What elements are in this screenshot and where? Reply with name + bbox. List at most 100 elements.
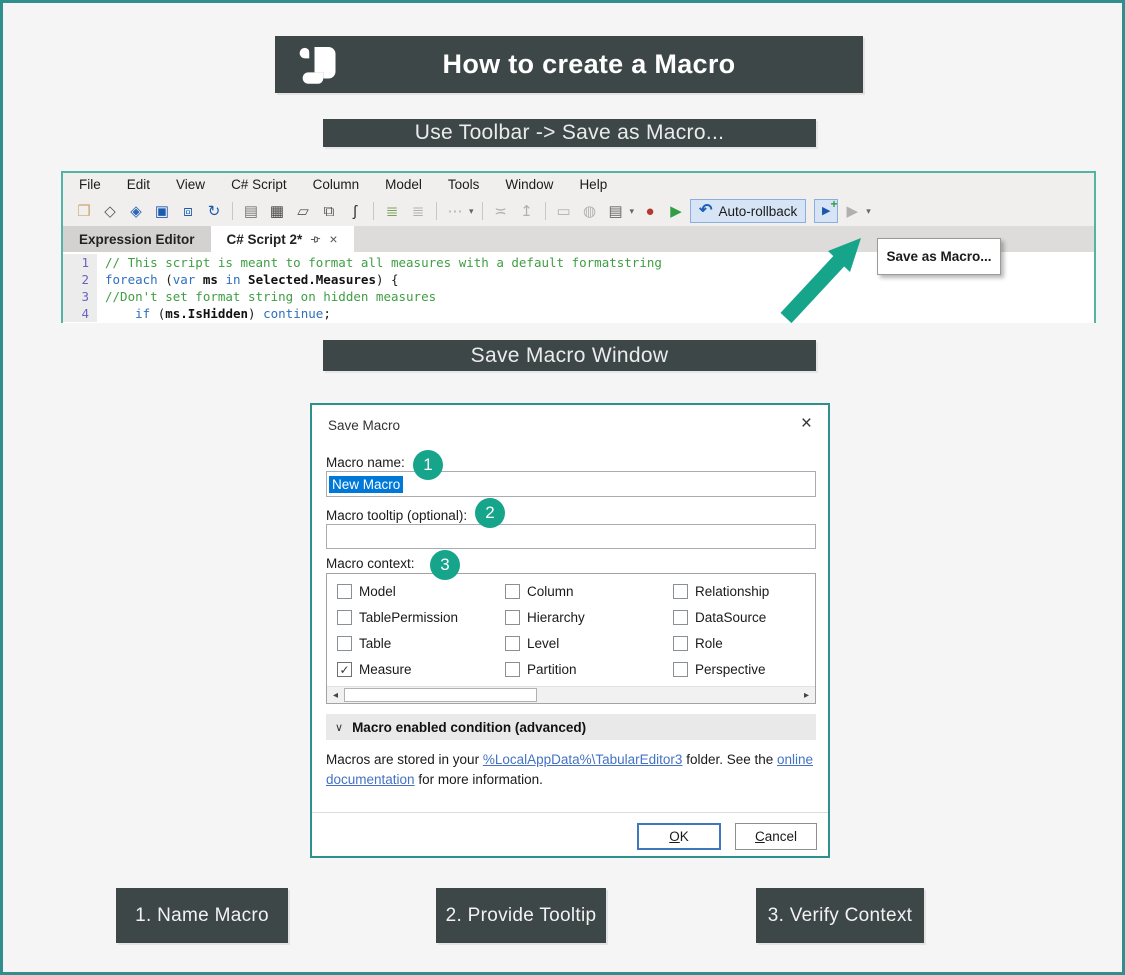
tab-expression-editor[interactable]: Expression Editor — [63, 226, 211, 252]
context-item-label: Model — [359, 584, 396, 599]
record-icon: ● — [646, 204, 655, 219]
goto-definition-icon[interactable]: ↥ — [515, 199, 539, 223]
hierarchy-icon[interactable]: ⧉ — [317, 199, 341, 223]
view-code-icon: ▦ — [270, 204, 284, 219]
menu-file[interactable]: File — [79, 177, 101, 192]
tab-label: C# Script 2* — [227, 232, 303, 247]
checkbox-icon[interactable] — [337, 610, 352, 625]
menu-column[interactable]: Column — [313, 177, 360, 192]
menu-edit[interactable]: Edit — [127, 177, 150, 192]
menu-c-script[interactable]: C# Script — [231, 177, 287, 192]
macro-tooltip-label: Macro tooltip (optional): — [326, 508, 467, 523]
open-folder-icon[interactable]: ❒ — [72, 199, 96, 223]
code-line: 4 if (ms.IsHidden) continue; — [63, 305, 1094, 322]
open-model-icon[interactable]: ◈ — [124, 199, 148, 223]
checkbox-icon[interactable] — [505, 584, 520, 599]
context-item-role[interactable]: Role — [673, 635, 815, 652]
play-icon[interactable]: ▶ — [664, 199, 688, 223]
dialog-close-icon[interactable]: × — [801, 413, 812, 435]
model-cube-icon[interactable]: ◇ — [98, 199, 122, 223]
context-item-tablepermission[interactable]: TablePermission — [337, 609, 505, 626]
collapse-regions-icon[interactable]: ≍ — [489, 199, 513, 223]
save-all-icon[interactable]: ⧈ — [176, 199, 200, 223]
scroll-right-icon[interactable]: ▸ — [798, 687, 815, 703]
checkbox-icon[interactable] — [337, 636, 352, 651]
comment-bubble-icon[interactable]: ◍ — [578, 199, 602, 223]
menu-view[interactable]: View — [176, 177, 205, 192]
advanced-section-header[interactable]: ∨ Macro enabled condition (advanced) — [326, 714, 816, 740]
textbox-icon[interactable]: ▭ — [552, 199, 576, 223]
context-item-table[interactable]: Table — [337, 635, 505, 652]
context-item-label: Relationship — [695, 584, 769, 599]
auto-rollback-label: Auto-rollback — [718, 204, 797, 219]
collapse-regions-icon: ≍ — [494, 204, 507, 219]
code-text: // This script is meant to format all me… — [97, 254, 662, 271]
info-text: Macros are stored in your %LocalAppData%… — [326, 750, 818, 790]
menu-model[interactable]: Model — [385, 177, 422, 192]
model-cube-icon: ◇ — [104, 204, 116, 219]
scroll-left-icon[interactable]: ◂ — [327, 687, 344, 703]
play-icon: ▶ — [670, 204, 682, 219]
info-text-part: Macros are stored in your — [326, 752, 483, 767]
ok-button[interactable]: OK — [637, 823, 721, 850]
menu-help[interactable]: Help — [579, 177, 607, 192]
code-text: foreach (var ms in Selected.Measures) { — [97, 271, 399, 288]
record-icon[interactable]: ● — [638, 199, 662, 223]
form-editor-icon[interactable]: ▤ — [604, 199, 628, 223]
checkbox-icon[interactable] — [673, 662, 688, 677]
tab-csharp-script[interactable]: C# Script 2* × — [211, 226, 354, 252]
context-item-relationship[interactable]: Relationship — [673, 583, 815, 600]
format-code-icon[interactable]: ⋯ — [443, 199, 467, 223]
context-item-column[interactable]: Column — [505, 583, 673, 600]
refresh-icon[interactable]: ↻ — [202, 199, 226, 223]
dropdown-arrow-icon[interactable]: ▾ — [469, 206, 474, 217]
indent-lines-icon[interactable]: ≣ — [380, 199, 404, 223]
cancel-button[interactable]: Cancel — [735, 823, 817, 850]
checkbox-icon[interactable] — [337, 584, 352, 599]
auto-rollback-button[interactable]: ↶ Auto-rollback — [690, 199, 806, 223]
line-number: 4 — [63, 305, 97, 322]
context-item-label: Table — [359, 636, 391, 651]
context-item-hierarchy[interactable]: Hierarchy — [505, 609, 673, 626]
comment-lines-icon[interactable]: ≣ — [406, 199, 430, 223]
context-item-level[interactable]: Level — [505, 635, 673, 652]
checkbox-icon[interactable] — [673, 636, 688, 651]
macro-name-input[interactable]: New Macro — [326, 471, 816, 497]
context-item-datasource[interactable]: DataSource — [673, 609, 815, 626]
scrollbar-thumb[interactable] — [344, 688, 537, 702]
view-code-icon[interactable]: ▦ — [265, 199, 289, 223]
close-tab-icon[interactable]: × — [329, 231, 337, 247]
script-file-icon: ▱ — [297, 204, 309, 219]
checkbox-icon[interactable] — [505, 662, 520, 677]
checked-checkbox-icon[interactable]: ✓ — [337, 662, 352, 677]
macro-tooltip-input[interactable] — [326, 524, 816, 549]
macro-dropdown-arrow-icon[interactable]: ▾ — [866, 206, 871, 217]
context-item-measure[interactable]: ✓Measure — [337, 661, 505, 678]
context-item-model[interactable]: Model — [337, 583, 505, 600]
banner-save-macro-window: Save Macro Window — [323, 340, 816, 371]
run-macro-button[interactable]: ▶ — [840, 199, 864, 223]
document-icon[interactable]: ▤ — [239, 199, 263, 223]
pin-icon[interactable] — [310, 234, 321, 245]
dropdown-arrow-icon[interactable]: ▾ — [630, 206, 635, 217]
checkbox-icon[interactable] — [505, 636, 520, 651]
checkbox-icon[interactable] — [505, 610, 520, 625]
context-item-perspective[interactable]: Perspective — [673, 661, 815, 678]
toolbar-separator — [545, 202, 546, 220]
horizontal-scrollbar[interactable]: ◂ ▸ — [327, 686, 815, 703]
localappdata-link[interactable]: %LocalAppData%\TabularEditor3 — [483, 752, 683, 767]
step-label-1: 1. Name Macro — [116, 888, 288, 943]
save-as-macro-button[interactable]: ▶+ — [814, 199, 838, 223]
csharp-braces-icon[interactable]: ʃ — [343, 199, 367, 223]
line-number: 2 — [63, 271, 97, 288]
context-item-partition[interactable]: Partition — [505, 661, 673, 678]
menu-window[interactable]: Window — [505, 177, 553, 192]
checkbox-icon[interactable] — [673, 584, 688, 599]
checkbox-icon[interactable] — [673, 610, 688, 625]
macro-context-box: Model Column Relationship TablePermissionHi… — [326, 573, 816, 704]
save-icon[interactable]: ▣ — [150, 199, 174, 223]
script-file-icon[interactable]: ▱ — [291, 199, 315, 223]
save-macro-dialog: Save Macro × Macro name: New Macro Macro… — [310, 403, 830, 858]
menu-tools[interactable]: Tools — [448, 177, 480, 192]
page-title: How to create a Macro — [275, 36, 863, 93]
